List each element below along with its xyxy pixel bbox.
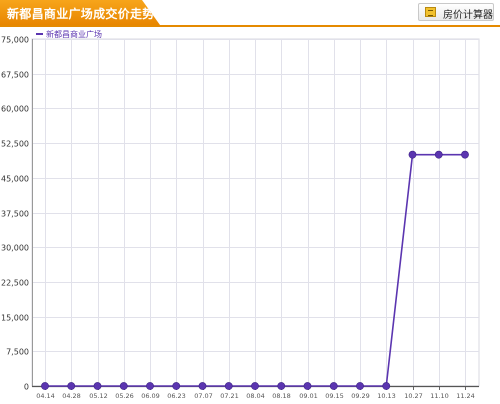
data-point	[146, 382, 154, 390]
price-calculator-button[interactable]: 房价计算器	[418, 3, 494, 21]
x-tick-label: 08.18	[272, 392, 291, 400]
x-tick-label: 11.10	[430, 392, 449, 400]
legend-label: 新都昌商业广场	[46, 29, 102, 39]
data-point	[93, 382, 102, 390]
y-tick-label: 37,500	[1, 210, 29, 219]
x-tick-label: 10.13	[377, 392, 396, 400]
x-tick-label: 09.29	[351, 392, 370, 400]
data-point	[41, 382, 49, 390]
data-point	[277, 382, 286, 390]
price-calculator-label: 房价计算器	[443, 10, 493, 21]
data-point	[434, 150, 443, 159]
y-tick-label: 75,000	[1, 36, 29, 45]
x-tick-label: 08.04	[246, 392, 265, 400]
x-tick-label: 07.21	[220, 392, 239, 400]
y-tick-label: 67,500	[1, 71, 29, 80]
x-tick-label: 04.28	[62, 392, 81, 400]
chart-header: 新都昌商业广场成交价走势 房价计算器	[0, 0, 500, 27]
data-point	[198, 382, 207, 390]
x-tick-label: 05.12	[89, 392, 108, 400]
data-point	[119, 382, 128, 390]
y-tick-label: 30,000	[1, 244, 29, 253]
data-point	[251, 382, 259, 390]
data-point	[67, 382, 76, 390]
price-trend-chart: 0 7,500 15,000 22,500 30,000 37,500 45,000 52,5…	[1, 29, 480, 400]
data-point	[329, 382, 338, 390]
x-tick-label: 06.23	[167, 392, 186, 400]
y-tick-label: 7,500	[6, 348, 29, 357]
title-tab: 新都昌商业广场成交价走势	[0, 0, 160, 25]
chart-title: 新都昌商业广场成交价走势	[7, 7, 155, 21]
x-tick-label: 11.24	[456, 392, 475, 400]
y-tick-label: 52,500	[1, 140, 29, 149]
data-point	[408, 150, 417, 159]
data-point	[356, 382, 364, 390]
y-tick-label: 15,000	[1, 314, 29, 323]
x-tick-label: 09.15	[325, 392, 344, 400]
y-tick-label: 45,000	[1, 175, 29, 184]
data-point	[224, 382, 233, 390]
x-tick-label: 10.27	[404, 392, 423, 400]
x-tick-label: 06.09	[141, 392, 160, 400]
x-tick-label: 04.14	[36, 392, 55, 400]
data-point	[382, 382, 391, 390]
data-point	[461, 150, 469, 159]
y-tick-label: 22,500	[1, 279, 29, 288]
y-tick-label: 60,000	[1, 105, 29, 114]
x-tick-label: 07.07	[194, 392, 213, 400]
data-point	[172, 382, 181, 390]
y-tick-label: 0	[24, 383, 29, 392]
x-tick-label: 05.26	[115, 392, 134, 400]
data-point	[303, 382, 312, 390]
x-tick-label: 09.01	[299, 392, 318, 400]
calculator-icon	[425, 7, 436, 17]
